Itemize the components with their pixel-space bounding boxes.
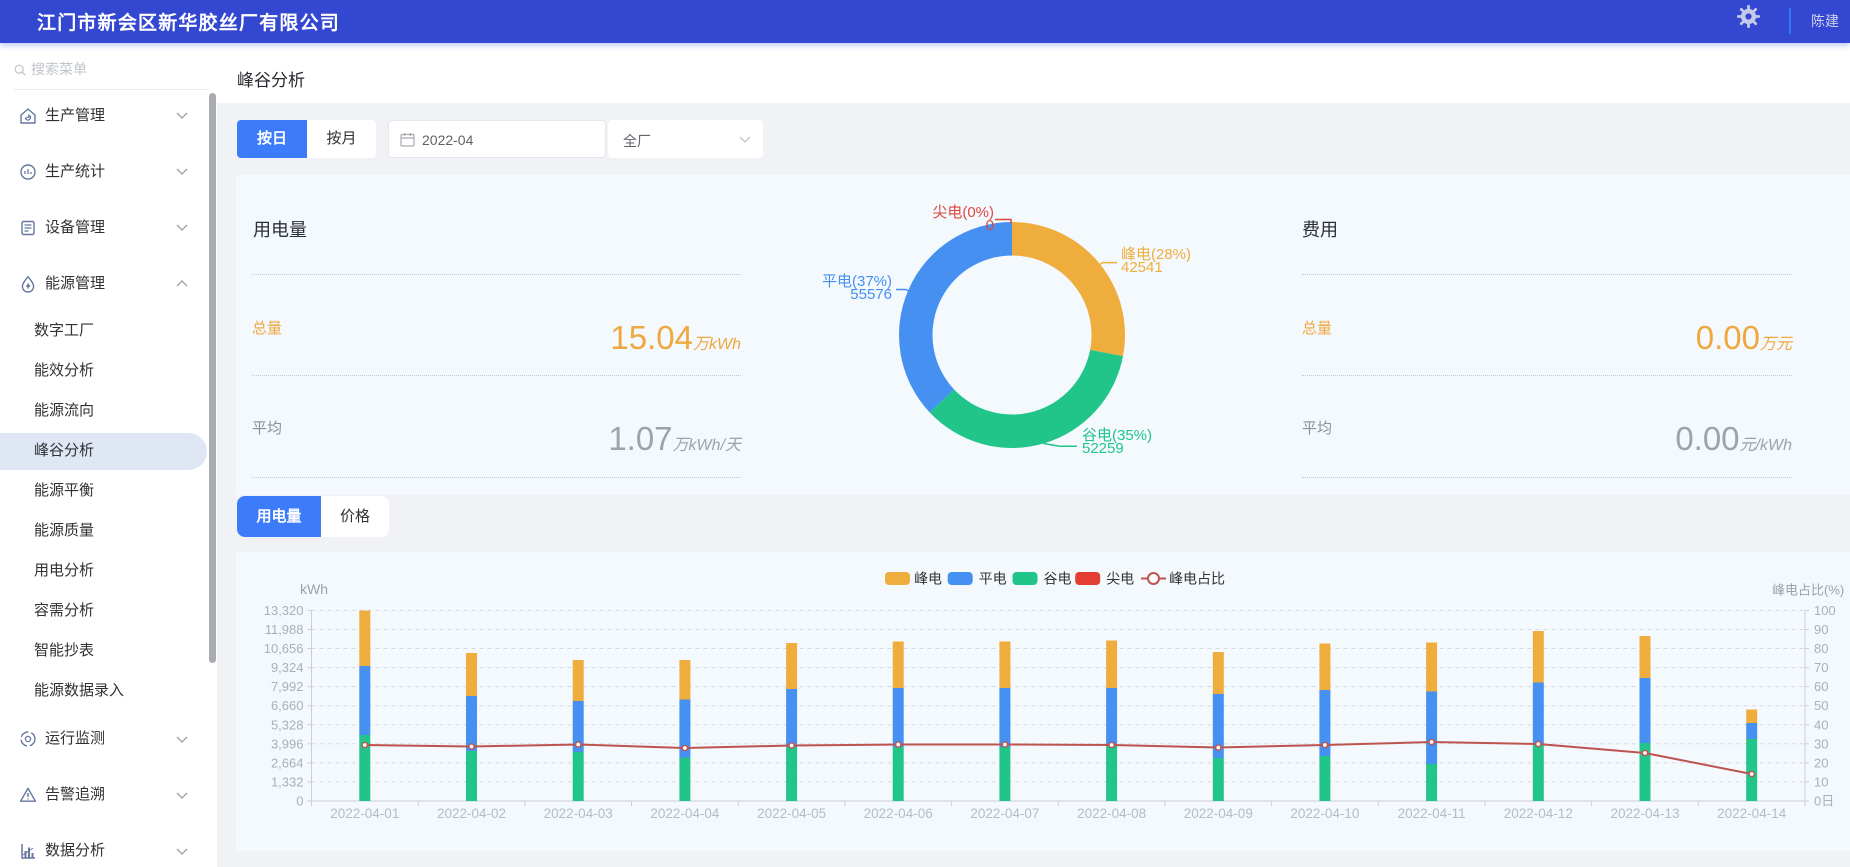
svg-text:0: 0 <box>296 794 303 809</box>
svg-text:20: 20 <box>1814 755 1828 770</box>
svg-text:kWh: kWh <box>300 581 328 597</box>
svg-text:2022-04-11: 2022-04-11 <box>1398 806 1466 821</box>
svg-text:7,992: 7,992 <box>271 679 304 694</box>
svg-text:10: 10 <box>1814 774 1828 789</box>
svg-text:70: 70 <box>1814 660 1828 675</box>
svg-text:100: 100 <box>1814 603 1836 618</box>
svg-text:谷电: 谷电 <box>1044 571 1072 587</box>
svg-text:13,320: 13,320 <box>264 603 304 618</box>
svg-text:2022-04-10: 2022-04-10 <box>1290 806 1359 821</box>
svg-text:0日: 0日 <box>1814 794 1834 809</box>
svg-text:平电: 平电 <box>979 571 1007 587</box>
svg-text:峰电: 峰电 <box>914 571 942 587</box>
svg-text:6,660: 6,660 <box>271 698 304 713</box>
svg-text:90: 90 <box>1814 622 1828 637</box>
svg-text:2022-04-13: 2022-04-13 <box>1610 806 1679 821</box>
svg-text:2022-04-04: 2022-04-04 <box>650 806 720 821</box>
svg-text:尖电: 尖电 <box>1106 571 1134 587</box>
svg-text:5,328: 5,328 <box>271 717 304 732</box>
svg-text:2022-04-01: 2022-04-01 <box>330 806 399 821</box>
svg-text:10,656: 10,656 <box>264 641 304 656</box>
svg-text:2022-04-14: 2022-04-14 <box>1717 806 1787 821</box>
svg-text:40: 40 <box>1814 717 1828 732</box>
svg-text:3,996: 3,996 <box>271 736 304 751</box>
svg-text:1,332: 1,332 <box>271 774 304 789</box>
svg-text:峰电占比(%): 峰电占比(%) <box>1772 583 1844 598</box>
svg-text:2022-04-08: 2022-04-08 <box>1077 806 1146 821</box>
svg-text:2022-04-09: 2022-04-09 <box>1184 806 1253 821</box>
svg-text:2022-04-03: 2022-04-03 <box>544 806 613 821</box>
svg-text:2022-04-05: 2022-04-05 <box>757 806 826 821</box>
svg-text:30: 30 <box>1814 736 1828 751</box>
svg-text:2022-04-07: 2022-04-07 <box>970 806 1039 821</box>
svg-text:9,324: 9,324 <box>271 660 304 675</box>
svg-text:2022-04-06: 2022-04-06 <box>864 806 933 821</box>
svg-text:2022-04-12: 2022-04-12 <box>1504 806 1573 821</box>
svg-text:2,664: 2,664 <box>271 755 304 770</box>
svg-text:80: 80 <box>1814 641 1828 656</box>
svg-text:60: 60 <box>1814 679 1828 694</box>
svg-text:11,988: 11,988 <box>265 622 304 637</box>
svg-text:峰电占比: 峰电占比 <box>1169 571 1225 587</box>
svg-text:50: 50 <box>1814 698 1828 713</box>
svg-text:2022-04-02: 2022-04-02 <box>437 806 506 821</box>
